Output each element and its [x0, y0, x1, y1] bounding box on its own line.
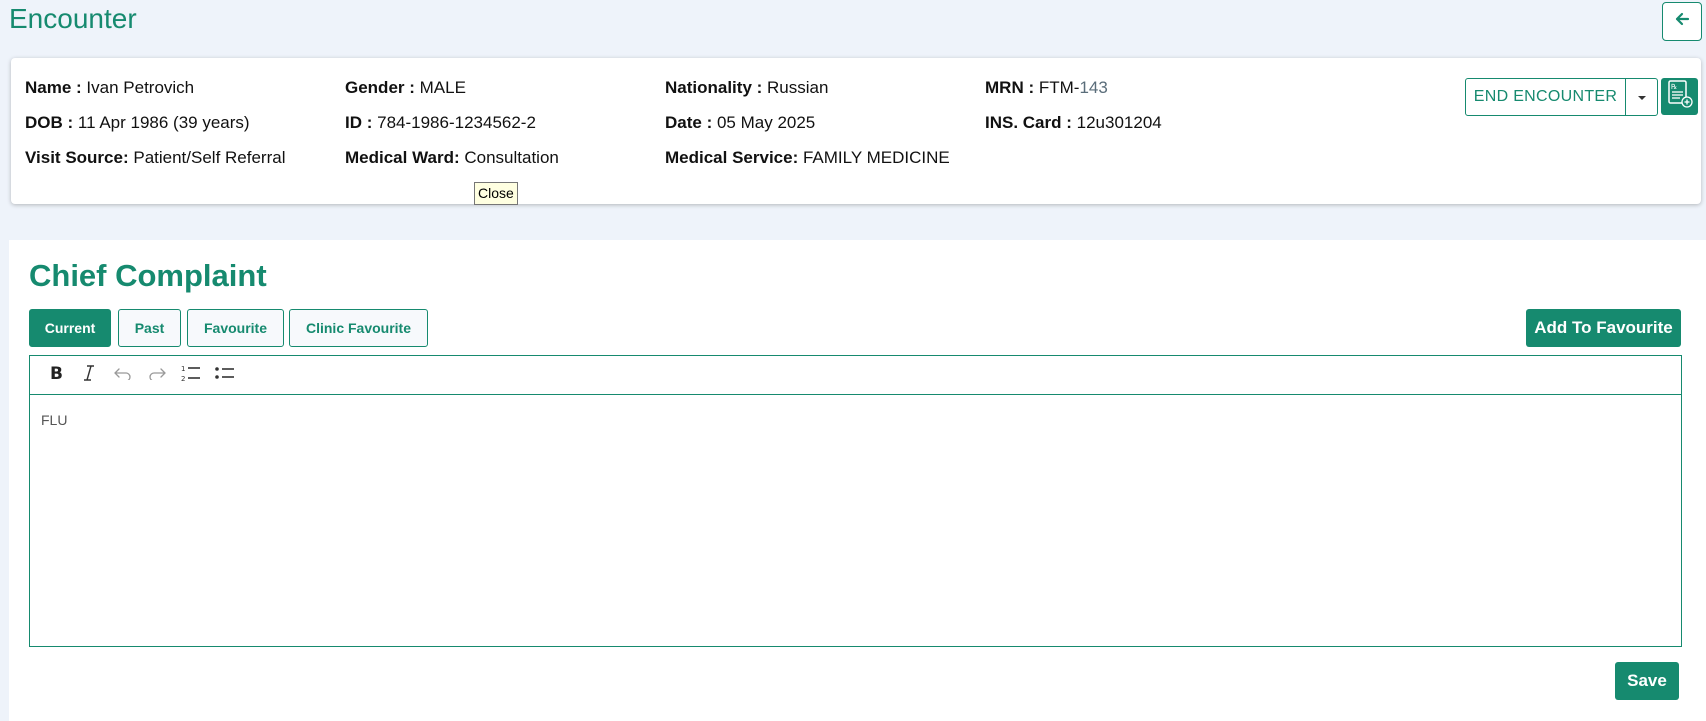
caret-down-icon — [1637, 88, 1647, 106]
medical-ward: Medical Ward: Consultation — [345, 148, 559, 168]
svg-text:2: 2 — [181, 375, 185, 382]
tab-current[interactable]: Current — [29, 309, 111, 347]
svg-text:B: B — [50, 365, 63, 381]
mrn-number: 143 — [1079, 78, 1108, 97]
add-to-favourite-button[interactable]: Add To Favourite — [1526, 309, 1681, 347]
end-encounter-split-button: END ENCOUNTER — [1465, 78, 1658, 116]
name-label: Name : — [25, 78, 82, 97]
undo-button[interactable] — [106, 360, 140, 390]
redo-button[interactable] — [140, 360, 174, 390]
undo-icon — [113, 366, 133, 385]
nationality-value: Russian — [767, 78, 829, 97]
mrn-label: MRN : — [985, 78, 1035, 97]
patient-mrn: MRN : FTM-143 — [985, 78, 1108, 98]
ordered-list-icon: 12 — [180, 364, 202, 387]
bullet-list-icon — [214, 365, 236, 386]
visit-source-label: Visit Source: — [25, 148, 129, 167]
end-encounter-dropdown[interactable] — [1626, 79, 1657, 115]
ordered-list-button[interactable]: 12 — [174, 360, 208, 390]
header-bar: Encounter — [0, 0, 1706, 50]
gender-label: Gender : — [345, 78, 415, 97]
dob-label: DOB : — [25, 113, 74, 132]
visit-source: Visit Source: Patient/Self Referral — [25, 148, 286, 168]
patient-gender: Gender : MALE — [345, 78, 466, 98]
id-value: 784-1986-1234562-2 — [377, 113, 536, 132]
save-button[interactable]: Save — [1615, 662, 1679, 700]
patient-id: ID : 784-1986-1234562-2 — [345, 113, 536, 133]
patient-name: Name : Ivan Petrovich — [25, 78, 194, 98]
medical-ward-value: Consultation — [464, 148, 559, 167]
id-label: ID : — [345, 113, 373, 132]
visit-source-value: Patient/Self Referral — [133, 148, 286, 167]
patient-nationality: Nationality : Russian — [665, 78, 828, 98]
redo-icon — [147, 366, 167, 385]
svg-text:℞: ℞ — [1671, 83, 1677, 91]
medical-ward-label: Medical Ward: — [345, 148, 460, 167]
page-title: Encounter — [9, 3, 137, 34]
italic-icon — [81, 364, 97, 387]
date-label: Date : — [665, 113, 713, 132]
insurance-card: INS. Card : 12u301204 — [985, 113, 1162, 133]
encounter-date: Date : 05 May 2025 — [665, 113, 815, 133]
italic-button[interactable] — [72, 360, 106, 390]
editor-content[interactable]: FLU — [30, 395, 1681, 445]
name-value: Ivan Petrovich — [86, 78, 195, 97]
nationality-label: Nationality : — [665, 78, 763, 97]
editor-toolbar: B 12 — [30, 356, 1681, 395]
medical-service-value: FAMILY MEDICINE — [802, 148, 950, 167]
end-encounter-button[interactable]: END ENCOUNTER — [1466, 79, 1626, 115]
medical-service-label: Medical Service: — [665, 148, 799, 167]
svg-text:1: 1 — [181, 365, 185, 373]
prescription-button[interactable]: ℞ — [1661, 78, 1698, 115]
mrn-prefix: FTM- — [1038, 78, 1080, 97]
dob-value: 11 Apr 1986 (39 years) — [77, 113, 250, 132]
back-button[interactable] — [1662, 2, 1702, 41]
rich-text-editor: B 12 FLU — [29, 355, 1682, 647]
gender-value: MALE — [419, 78, 466, 97]
ins-card-value: 12u301204 — [1076, 113, 1162, 132]
tab-clinic-favourite[interactable]: Clinic Favourite — [289, 309, 428, 347]
chief-complaint-panel: Chief Complaint Current Past Favourite C… — [9, 240, 1706, 721]
medical-service: Medical Service: FAMILY MEDICINE — [665, 148, 950, 168]
patient-info-card: Name : Ivan Petrovich Gender : MALE Nati… — [11, 58, 1701, 204]
bullet-list-button[interactable] — [208, 360, 242, 390]
tab-past[interactable]: Past — [118, 309, 181, 347]
date-value: 05 May 2025 — [716, 113, 816, 132]
arrow-left-icon — [1673, 10, 1691, 33]
ins-card-label: INS. Card : — [985, 113, 1072, 132]
section-title: Chief Complaint — [29, 258, 267, 293]
close-tooltip: Close — [474, 182, 518, 205]
patient-dob: DOB : 11 Apr 1986 (39 years) — [25, 113, 250, 133]
bold-icon: B — [47, 364, 63, 386]
prescription-icon: ℞ — [1667, 80, 1693, 113]
bold-button[interactable]: B — [38, 360, 72, 390]
tab-favourite[interactable]: Favourite — [187, 309, 284, 347]
